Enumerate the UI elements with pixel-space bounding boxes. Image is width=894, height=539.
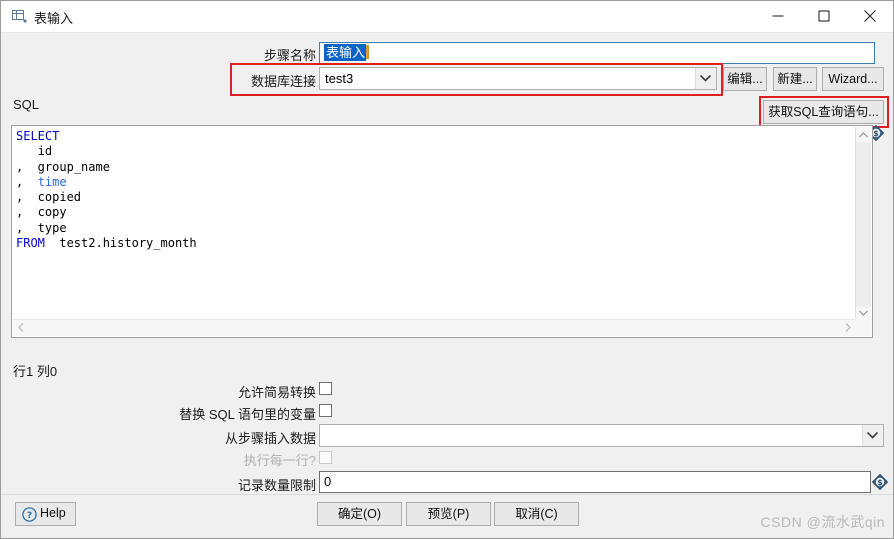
scroll-up-icon[interactable] (856, 127, 871, 142)
execute-each-row-label: 执行每一行? (243, 453, 316, 468)
table-input-icon (12, 9, 27, 24)
watermark: CSDN @流水武qin (760, 514, 885, 530)
scroll-down-icon[interactable] (856, 305, 871, 320)
help-button[interactable]: ? Help (15, 502, 76, 526)
window-title: 表输入 (34, 11, 74, 26)
wizard-connection-button[interactable]: Wizard... (822, 67, 884, 91)
svg-text:?: ? (27, 511, 32, 521)
scroll-right-icon[interactable] (840, 320, 856, 335)
replace-variables-label: 替换 SQL 语句里的变量 (179, 407, 316, 422)
close-icon[interactable] (847, 1, 893, 31)
step-name-value: 表输入 (324, 44, 367, 61)
step-name-input[interactable]: 表输入 (319, 42, 875, 64)
chevron-down-icon[interactable] (862, 425, 883, 446)
edit-connection-button[interactable]: 编辑... (723, 67, 767, 91)
scroll-left-icon[interactable] (13, 320, 29, 335)
svg-text:$: $ (873, 129, 878, 138)
insert-data-from-step-label: 从步骤插入数据 (224, 431, 316, 446)
sql-horizontal-scrollbar[interactable] (13, 319, 856, 336)
step-name-label: 步骤名称 (263, 48, 316, 63)
footer-divider (1, 494, 893, 495)
insert-data-from-step-combo[interactable] (319, 424, 884, 447)
limit-size-label: 记录数量限制 (237, 478, 316, 493)
help-button-label: Help (40, 506, 66, 520)
execute-each-row-checkbox[interactable] (319, 451, 332, 464)
table-input-dialog: 表输入 步骤名称 表输入 数据库连接 test3 编辑... 新建... Wiz… (0, 0, 894, 539)
db-connection-value: test3 (325, 71, 354, 86)
limit-size-input[interactable]: 0 (319, 471, 871, 493)
sql-vertical-scroll-thumb[interactable] (856, 142, 871, 307)
cancel-button[interactable]: 取消(C) (494, 502, 579, 526)
svg-text:$: $ (877, 478, 882, 487)
sql-editor-text: SELECT id , group_name , time , copied ,… (16, 129, 197, 251)
title-bar: 表输入 (1, 1, 893, 33)
cursor-position-status: 行1 列0 (13, 364, 58, 379)
scrollbar-corner (856, 320, 871, 336)
sql-editor[interactable]: SELECT id , group_name , time , copied ,… (11, 125, 873, 338)
new-connection-button[interactable]: 新建... (773, 67, 817, 91)
sql-vertical-scrollbar[interactable] (855, 127, 871, 320)
maximize-icon[interactable] (801, 1, 847, 31)
sql-section-label: SQL (13, 97, 40, 112)
get-sql-statement-button[interactable]: 获取SQL查询语句... (763, 100, 884, 124)
allow-lazy-conversion-checkbox[interactable] (319, 382, 332, 395)
text-caret (366, 45, 370, 59)
help-question-icon: ? (22, 507, 37, 525)
allow-lazy-conversion-label: 允许简易转换 (237, 385, 316, 400)
limit-size-value: 0 (324, 474, 332, 489)
variable-diamond-icon[interactable]: $ (871, 473, 889, 491)
db-connection-label: 数据库连接 (250, 74, 316, 89)
replace-variables-checkbox[interactable] (319, 404, 332, 417)
db-connection-combo[interactable]: test3 (319, 67, 717, 90)
preview-button[interactable]: 预览(P) (406, 502, 491, 526)
minimize-icon[interactable] (755, 1, 801, 31)
ok-button[interactable]: 确定(O) (317, 502, 402, 526)
chevron-down-icon[interactable] (695, 68, 716, 89)
